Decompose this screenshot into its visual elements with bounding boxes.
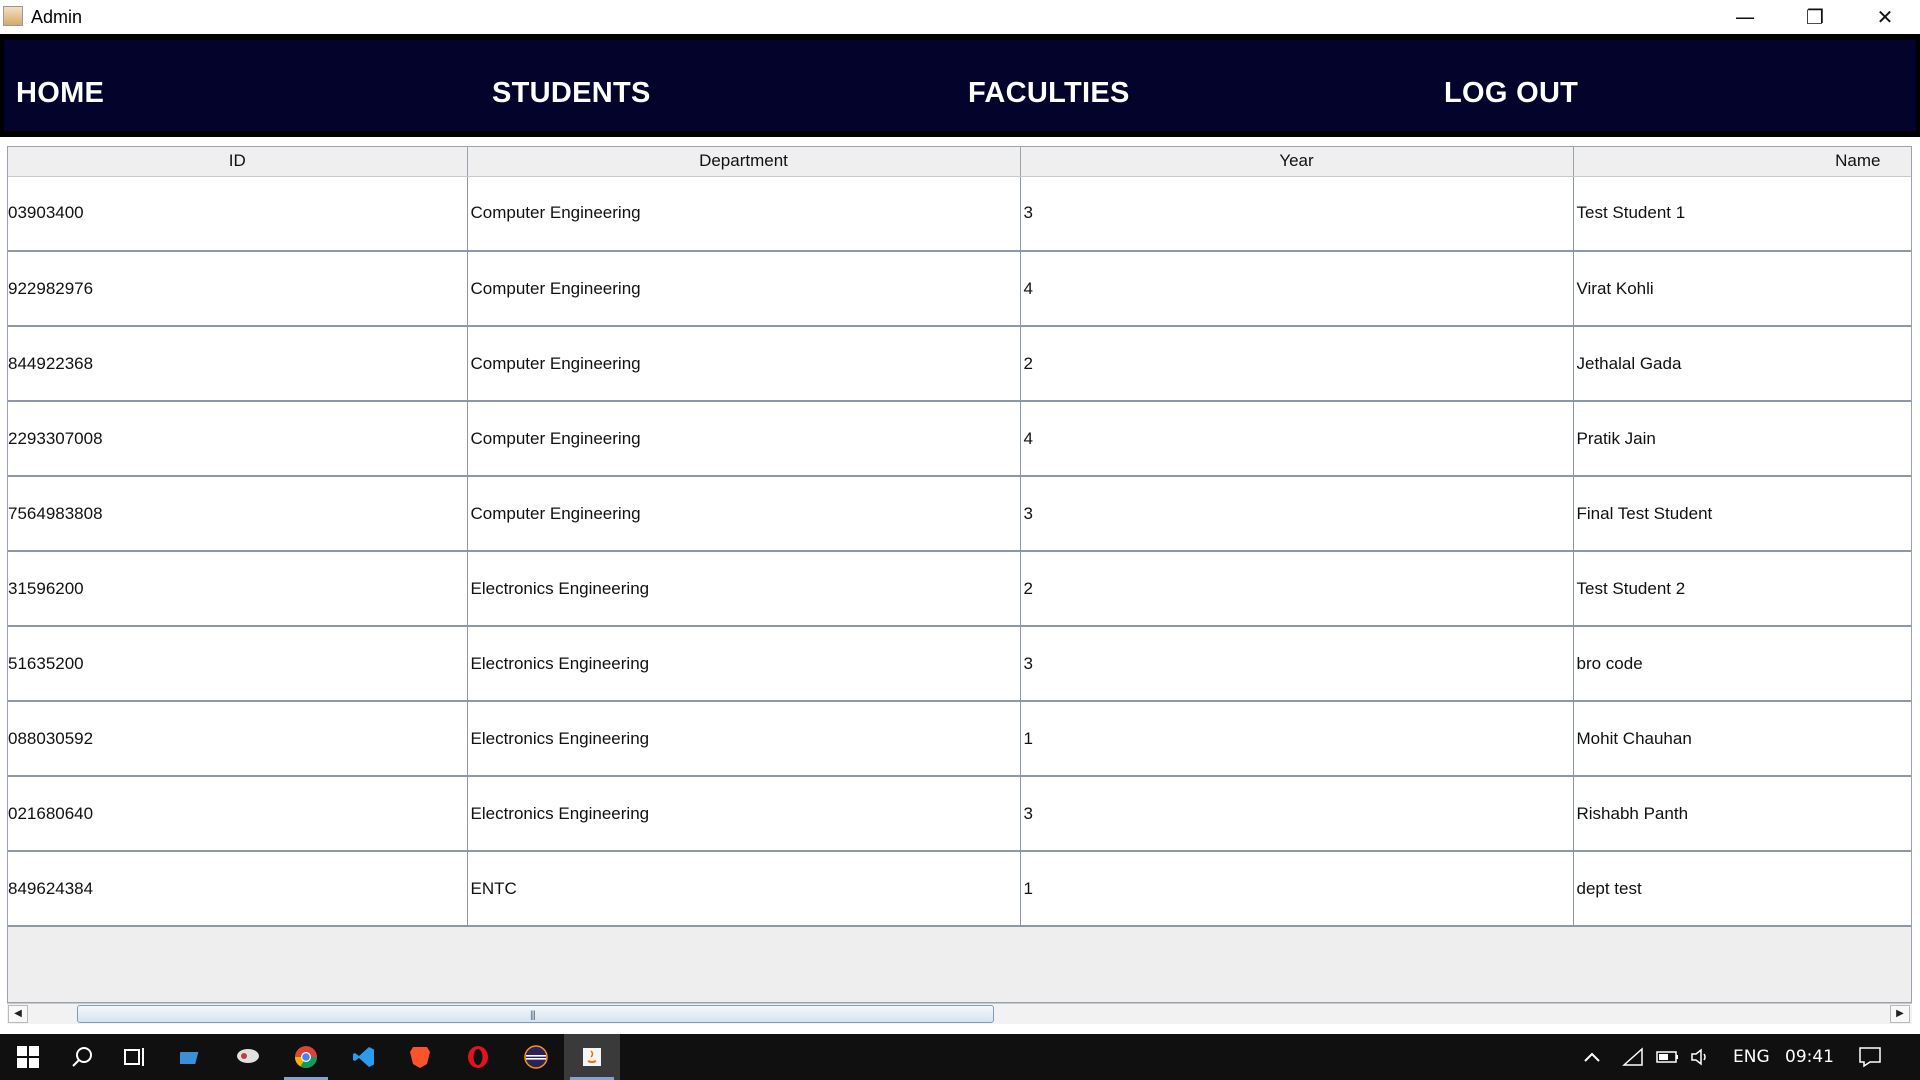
table-row[interactable]: 31596200 Electronics Engineering 2 Test …: [8, 551, 1911, 627]
table-row[interactable]: 922982976 Computer Engineering 4 Virat K…: [8, 251, 1911, 327]
notification-icon[interactable]: [1858, 1034, 1882, 1080]
cell-name[interactable]: Rishabh Panth: [1573, 776, 1911, 852]
window-title: Admin: [31, 7, 83, 27]
cell-id[interactable]: 849624384: [8, 851, 468, 927]
tray-chevron-icon[interactable]: [1583, 1034, 1601, 1080]
cell-id[interactable]: 021680640: [8, 776, 468, 852]
scroll-right-icon[interactable]: ▶: [1890, 1005, 1910, 1023]
nav-faculties[interactable]: FACULTIES: [968, 77, 1130, 110]
students-table-container[interactable]: ID Department Year Name 03903400 Compute…: [7, 146, 1912, 1003]
cell-name[interactable]: Test Student 1: [1573, 176, 1911, 252]
cell-id[interactable]: 31596200: [8, 551, 468, 627]
cell-department[interactable]: Computer Engineering: [467, 476, 1021, 552]
cell-year[interactable]: 2: [1020, 326, 1574, 402]
students-table: ID Department Year Name 03903400 Compute…: [8, 147, 1911, 927]
cell-name[interactable]: Jethalal Gada: [1573, 326, 1911, 402]
table-row[interactable]: 51635200 Electronics Engineering 3 bro c…: [8, 626, 1911, 702]
grip-icon: |||: [530, 1010, 536, 1021]
cell-department[interactable]: Computer Engineering: [467, 326, 1021, 402]
windows-start-icon[interactable]: [0, 1034, 56, 1080]
volume-icon[interactable]: [1690, 1034, 1712, 1080]
cell-year[interactable]: 3: [1020, 776, 1574, 852]
vscode-icon[interactable]: [336, 1034, 392, 1080]
cell-department[interactable]: ENTC: [467, 851, 1021, 927]
nav-home[interactable]: HOME: [16, 77, 104, 110]
cell-department[interactable]: Computer Engineering: [467, 251, 1021, 327]
table-row[interactable]: 7564983808 Computer Engineering 3 Final …: [8, 476, 1911, 552]
restore-button[interactable]: ❐: [1780, 0, 1850, 34]
table-row[interactable]: 2293307008 Computer Engineering 4 Pratik…: [8, 401, 1911, 477]
column-header-department[interactable]: Department: [467, 147, 1021, 177]
app-icon[interactable]: [220, 1034, 276, 1080]
nav-panel: HOME STUDENTS FACULTIES LOG OUT: [4, 40, 1916, 131]
cell-department[interactable]: Computer Engineering: [467, 401, 1021, 477]
top-navigation: HOME STUDENTS FACULTIES LOG OUT: [0, 34, 1920, 137]
cell-id[interactable]: 088030592: [8, 701, 468, 777]
network-icon[interactable]: [1622, 1034, 1644, 1080]
nav-logout[interactable]: LOG OUT: [1444, 77, 1578, 110]
cell-year[interactable]: 4: [1020, 251, 1574, 327]
cell-year[interactable]: 3: [1020, 176, 1574, 252]
cell-id[interactable]: 03903400: [8, 176, 468, 252]
battery-icon[interactable]: [1656, 1034, 1680, 1080]
cell-department[interactable]: Electronics Engineering: [467, 776, 1021, 852]
java-app-icon: [3, 6, 23, 26]
horizontal-scrollbar[interactable]: ◀ ||| ▶: [7, 1003, 1912, 1024]
table-row[interactable]: 844922368 Computer Engineering 2 Jethala…: [8, 326, 1911, 402]
cell-id[interactable]: 844922368: [8, 326, 468, 402]
cell-id[interactable]: 2293307008: [8, 401, 468, 477]
cell-name[interactable]: Pratik Jain: [1573, 401, 1911, 477]
search-icon[interactable]: [54, 1034, 110, 1080]
cell-name[interactable]: Final Test Student: [1573, 476, 1911, 552]
chrome-icon[interactable]: [278, 1034, 334, 1080]
cell-year[interactable]: 1: [1020, 701, 1574, 777]
cell-year[interactable]: 4: [1020, 401, 1574, 477]
scroll-left-icon[interactable]: ◀: [8, 1005, 28, 1023]
nav-students[interactable]: STUDENTS: [492, 77, 651, 110]
column-header-id[interactable]: ID: [8, 147, 468, 177]
brave-icon[interactable]: [392, 1034, 448, 1080]
cell-department[interactable]: Electronics Engineering: [467, 551, 1021, 627]
eclipse-icon[interactable]: [508, 1034, 564, 1080]
java-icon[interactable]: [564, 1034, 620, 1080]
cell-id[interactable]: 7564983808: [8, 476, 468, 552]
cell-year[interactable]: 2: [1020, 551, 1574, 627]
table-row[interactable]: 021680640 Electronics Engineering 3 Rish…: [8, 776, 1911, 852]
cell-name[interactable]: Virat Kohli: [1573, 251, 1911, 327]
cell-year[interactable]: 3: [1020, 476, 1574, 552]
cell-department[interactable]: Computer Engineering: [467, 176, 1021, 252]
table-row[interactable]: 088030592 Electronics Engineering 1 Mohi…: [8, 701, 1911, 777]
cell-department[interactable]: Electronics Engineering: [467, 626, 1021, 702]
windows-taskbar: ENG 09:41: [0, 1034, 1920, 1080]
cell-id[interactable]: 922982976: [8, 251, 468, 327]
table-row[interactable]: 03903400 Computer Engineering 3 Test Stu…: [8, 176, 1911, 252]
column-header-name[interactable]: Name: [1573, 147, 1911, 177]
cell-department[interactable]: Electronics Engineering: [467, 701, 1021, 777]
cell-name[interactable]: dept test: [1573, 851, 1911, 927]
cell-id[interactable]: 51635200: [8, 626, 468, 702]
table-row[interactable]: 849624384 ENTC 1 dept test: [8, 851, 1911, 927]
cell-year[interactable]: 1: [1020, 851, 1574, 927]
column-header-year[interactable]: Year: [1020, 147, 1574, 177]
cell-year[interactable]: 3: [1020, 626, 1574, 702]
app-icon[interactable]: [164, 1034, 220, 1080]
cell-name[interactable]: Test Student 2: [1573, 551, 1911, 627]
language-indicator[interactable]: ENG: [1733, 1034, 1770, 1080]
opera-icon[interactable]: [450, 1034, 506, 1080]
cell-name[interactable]: Mohit Chauhan: [1573, 701, 1911, 777]
scrollbar-thumb[interactable]: |||: [77, 1005, 994, 1023]
cell-name[interactable]: bro code: [1573, 626, 1911, 702]
table-header-row: ID Department Year Name: [8, 147, 1911, 177]
close-button[interactable]: ✕: [1850, 0, 1920, 34]
clock[interactable]: 09:41: [1785, 1034, 1834, 1080]
window-titlebar: Admin — ❐ ✕: [0, 0, 1920, 34]
minimize-button[interactable]: —: [1710, 0, 1780, 34]
task-view-icon[interactable]: [108, 1034, 164, 1080]
